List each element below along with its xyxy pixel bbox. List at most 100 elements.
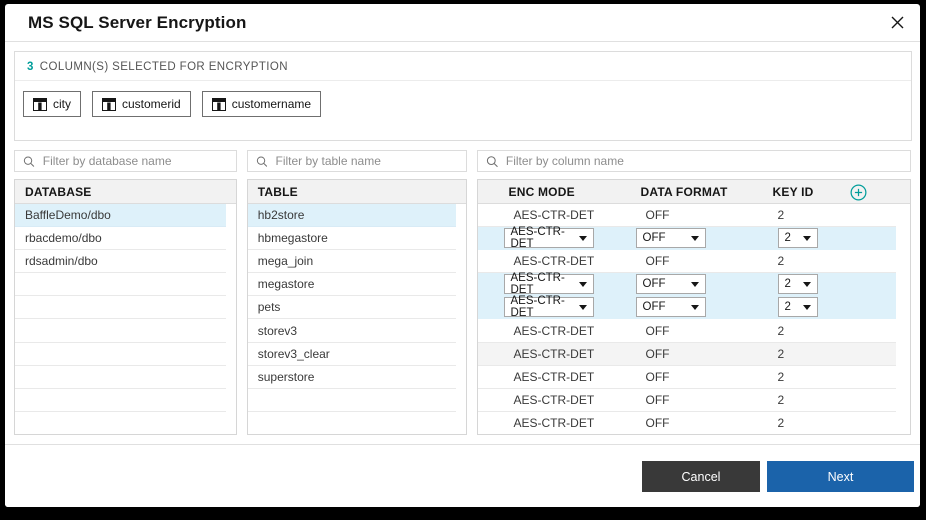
table-row[interactable]: AES-CTR-DET OFF 2 — [477, 365, 896, 389]
table-panel-header: TABLE — [247, 180, 466, 204]
key-id-select[interactable]: 2 — [777, 228, 818, 249]
column-filter — [476, 150, 911, 172]
chevron-down-icon — [578, 281, 587, 287]
enc-mode-value: AES-CTR-DET — [513, 415, 595, 430]
enc-mode-value: AES-CTR-DET — [513, 323, 595, 338]
enc-mode-select[interactable]: AES-CTR-DET — [503, 295, 594, 320]
table-row[interactable]: AES-CTR-DET OFF 2 — [477, 204, 896, 228]
data-format-header: DATA FORMAT — [640, 184, 728, 199]
encryption-dialog: MS SQL Server Encryption 3 COLUMN(S) SEL… — [5, 4, 920, 507]
data-format-select-value: OFF — [642, 232, 666, 245]
dialog-title: MS SQL Server Encryption — [28, 12, 247, 32]
column-chip[interactable]: city — [23, 91, 81, 117]
empty-list-row — [15, 365, 226, 389]
list-item[interactable]: hbmegastore — [247, 227, 456, 251]
list-item[interactable]: rbacdemo/dbo — [15, 227, 226, 251]
column-filter-input[interactable] — [505, 154, 902, 168]
columns-panel-header: ENC MODE DATA FORMAT KEY ID — [477, 180, 910, 204]
table-row[interactable]: AES-CTR-DET OFF 2 — [477, 226, 896, 251]
list-item[interactable]: superstore — [247, 365, 456, 389]
table-filter — [246, 150, 467, 172]
next-button[interactable]: Next — [767, 461, 914, 492]
table-panel: TABLE hb2store hbmegastore mega_join megast… — [246, 179, 467, 435]
enc-mode-value: AES-CTR-DET — [513, 346, 595, 361]
cancel-button[interactable]: Cancel — [642, 461, 760, 492]
enc-mode-value: AES-CTR-DET — [513, 254, 595, 269]
close-icon[interactable] — [886, 12, 908, 34]
table-column-icon — [33, 97, 47, 111]
enc-mode-select-value: AES-CTR-DET — [510, 295, 565, 320]
data-format-select-value: OFF — [642, 278, 666, 291]
database-filter-input[interactable] — [42, 154, 228, 168]
enc-mode-value: AES-CTR-DET — [513, 369, 595, 384]
column-chip[interactable]: customerid — [92, 91, 191, 117]
data-format-value: OFF — [645, 254, 670, 269]
list-item[interactable]: rdsadmin/dbo — [15, 250, 226, 274]
key-id-value: 2 — [777, 254, 785, 269]
table-row[interactable]: AES-CTR-DET OFF 2 — [477, 411, 896, 434]
table-row[interactable]: AES-CTR-DET OFF 2 — [477, 388, 896, 412]
enc-mode-value: AES-CTR-DET — [513, 208, 595, 223]
dialog-titlebar: MS SQL Server Encryption — [5, 4, 920, 42]
chevron-down-icon — [690, 281, 699, 287]
table-row[interactable]: AES-CTR-DET OFF 2 — [477, 342, 896, 366]
table-filter-input[interactable] — [275, 154, 458, 168]
empty-list-row — [247, 411, 456, 434]
key-id-value: 2 — [777, 392, 785, 407]
chevron-down-icon — [690, 304, 699, 310]
key-id-value: 2 — [777, 323, 785, 338]
columns-panel: ENC MODE DATA FORMAT KEY ID AES-CTR-DET O… — [476, 179, 911, 435]
dialog-footer: Cancel Next — [5, 444, 920, 507]
table-row[interactable]: AES-CTR-DET OFF 2 — [477, 272, 896, 297]
chevron-down-icon — [802, 281, 811, 287]
table-row[interactable]: AES-CTR-DET OFF 2 — [477, 319, 896, 343]
empty-list-row — [247, 388, 456, 412]
enc-mode-select[interactable]: AES-CTR-DET — [503, 226, 594, 250]
column-chip[interactable]: customername — [201, 91, 322, 117]
column-chip-label: customerid — [122, 97, 181, 111]
key-id-value: 2 — [777, 346, 785, 361]
enc-mode-select-value: AES-CTR-DET — [510, 272, 565, 297]
empty-list-row — [15, 319, 226, 343]
empty-list-row — [15, 296, 226, 320]
database-panel-header: DATABASE — [15, 180, 236, 204]
add-key-icon[interactable] — [850, 183, 868, 201]
database-panel: DATABASE BaffleDemo/dbo rbacdemo/dbo rdsad… — [14, 179, 237, 435]
list-item[interactable]: hb2store — [247, 204, 456, 228]
data-format-select-value: OFF — [642, 301, 666, 314]
key-id-value: 2 — [777, 208, 785, 223]
enc-mode-select[interactable]: AES-CTR-DET — [503, 272, 594, 297]
selected-count: 3 — [27, 61, 34, 73]
key-id-value: 2 — [777, 415, 785, 430]
data-format-select[interactable]: OFF — [635, 274, 706, 295]
data-format-value: OFF — [645, 392, 670, 407]
data-format-select[interactable]: OFF — [635, 297, 706, 318]
key-id-header: KEY ID — [772, 184, 814, 199]
chevron-down-icon — [802, 235, 811, 241]
table-column-icon — [102, 97, 116, 111]
empty-list-row — [15, 342, 226, 366]
chevron-down-icon — [802, 304, 811, 310]
chevron-down-icon — [578, 304, 587, 310]
selection-summary-label: COLUMN(S) SELECTED FOR ENCRYPTION — [39, 61, 288, 73]
chevron-down-icon — [578, 235, 587, 241]
key-id-select-value: 2 — [784, 232, 791, 245]
table-row[interactable]: AES-CTR-DET OFF 2 — [477, 295, 896, 320]
list-item[interactable]: megastore — [247, 273, 456, 297]
database-filter — [14, 150, 237, 172]
table-row[interactable]: AES-CTR-DET OFF 2 — [477, 250, 896, 274]
data-format-select[interactable]: OFF — [635, 228, 706, 249]
panels-row: DATABASE BaffleDemo/dbo rbacdemo/dbo rdsad… — [14, 179, 911, 435]
list-item[interactable]: storev3 — [247, 319, 456, 343]
key-id-select[interactable]: 2 — [777, 297, 818, 318]
list-item[interactable]: BaffleDemo/dbo — [15, 204, 226, 228]
search-icon — [256, 155, 268, 167]
selected-columns-box: 3 COLUMN(S) SELECTED FOR ENCRYPTION city… — [14, 51, 912, 141]
data-format-value: OFF — [645, 346, 670, 361]
data-format-value: OFF — [645, 208, 670, 223]
data-format-value: OFF — [645, 323, 670, 338]
list-item[interactable]: pets — [247, 296, 456, 320]
key-id-select[interactable]: 2 — [777, 274, 818, 295]
list-item[interactable]: mega_join — [247, 250, 456, 274]
list-item[interactable]: storev3_clear — [247, 342, 456, 366]
